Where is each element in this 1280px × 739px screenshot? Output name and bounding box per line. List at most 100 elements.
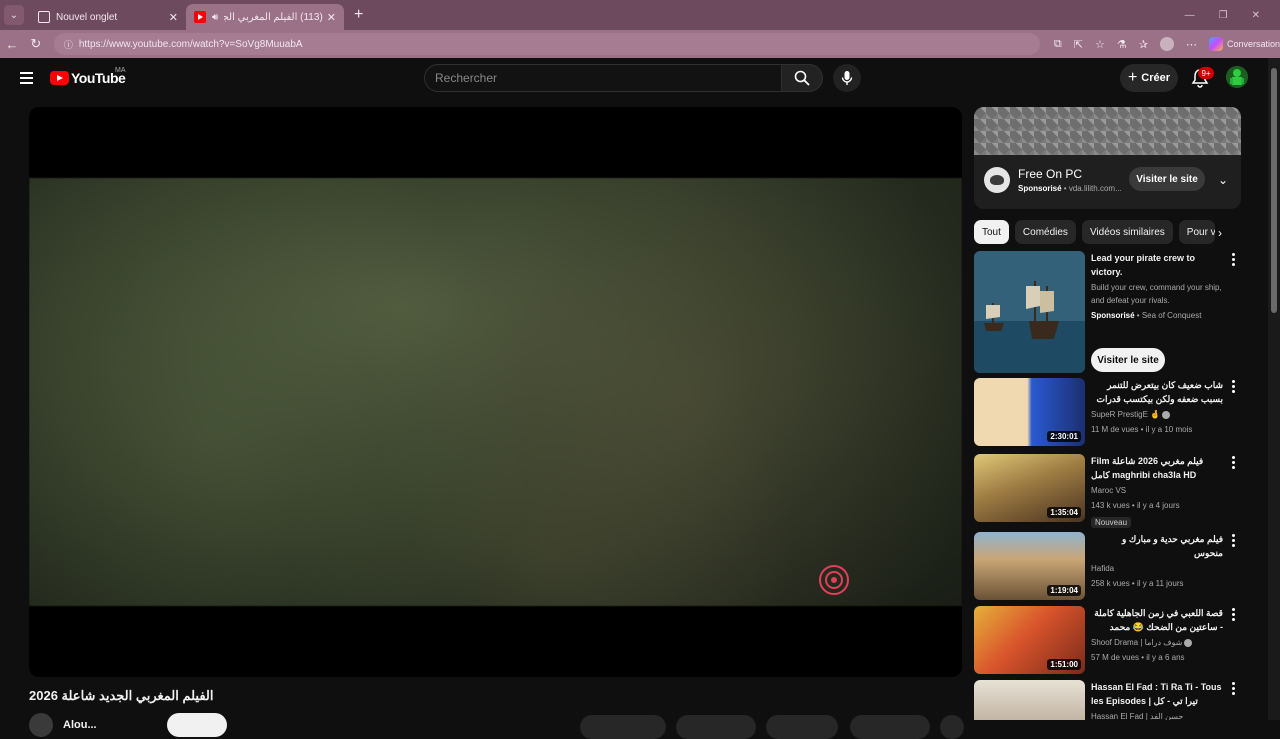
copilot-button[interactable]: Conversation xyxy=(1208,37,1280,51)
more-vert-icon[interactable] xyxy=(1232,456,1236,471)
tab-youtube[interactable]: 🔊︎ (113) الفيلم المغربي الجديد شا... ✕ xyxy=(186,4,344,30)
scrollbar-thumb[interactable] xyxy=(1271,68,1277,313)
channel-name[interactable]: Hafida xyxy=(1091,562,1223,575)
favorites-icon[interactable]: ✰ xyxy=(1139,38,1148,51)
chip-all[interactable]: Tout xyxy=(974,220,1009,244)
video-title[interactable]: Film فيلم مغربي 2026 شاعلة كامل maghribi… xyxy=(1091,454,1223,482)
more-vert-icon[interactable] xyxy=(1232,380,1236,395)
more-icon[interactable]: ⋯ xyxy=(1186,38,1197,51)
tab-actions-button[interactable]: ⌄ xyxy=(4,5,24,25)
video-meta: Film فيلم مغربي 2026 شاعلة كامل maghribi… xyxy=(1091,454,1223,530)
video-title[interactable]: فيلم مغربي حدية و مبارك و منحوس xyxy=(1091,532,1223,560)
thumbnail[interactable]: 1:51:00 xyxy=(974,606,1085,674)
duration-badge: 1:51:00 xyxy=(1047,659,1081,670)
site-info-icon[interactable]: ⓘ xyxy=(64,38,73,51)
video-player[interactable] xyxy=(29,107,962,677)
video-meta: Lead your pirate crew to victory. Build … xyxy=(1091,251,1223,322)
search-input[interactable]: Rechercher xyxy=(424,64,782,92)
video-title[interactable]: Hassan El Fad : Ti Ra Ti - Tous les Epis… xyxy=(1091,680,1223,708)
ad-title: Free On PC xyxy=(1018,167,1083,181)
create-label: Créer xyxy=(1141,72,1171,84)
list-item[interactable]: Hassan El Fad : Ti Ra Ti - Tous les Epis… xyxy=(974,680,1244,720)
list-item[interactable]: 2:30:01 شاب ضعيف كان بيتعرض للتنمر بسبب … xyxy=(974,378,1244,446)
close-icon[interactable]: ✕ xyxy=(327,11,336,24)
ad-sponsor-line: Sponsorisé • vda.lilith.com... xyxy=(1018,184,1122,193)
favorite-star-icon[interactable]: ☆ xyxy=(1095,38,1105,51)
masthead: YouTube MA Rechercher + Créer 9+ xyxy=(0,58,1266,98)
profile-icon[interactable] xyxy=(1159,37,1174,51)
close-window-icon[interactable]: ✕ xyxy=(1252,10,1260,21)
visit-site-button[interactable]: Visiter le site xyxy=(1129,167,1205,191)
channel-name[interactable]: Maroc VS xyxy=(1091,484,1223,497)
video-stats: 143 k vues • il y a 4 jours xyxy=(1091,501,1180,510)
video-stats: 57 M de vues • il y a 6 ans xyxy=(1091,653,1185,662)
video-title[interactable]: قصة اللعبي في زمن الجاهلية كاملة - ساعتي… xyxy=(1091,606,1223,634)
share-button[interactable] xyxy=(676,715,756,739)
duration-badge: 1:19:04 xyxy=(1047,585,1081,596)
channel-name[interactable]: Shoof Drama | شوف دراما xyxy=(1091,636,1223,649)
thumbnail[interactable]: 2:30:01 xyxy=(974,378,1085,446)
create-button[interactable]: + Créer xyxy=(1120,64,1178,92)
thumbnail[interactable]: 1:19:04 xyxy=(974,532,1085,600)
extensions-icon[interactable]: ⚗ xyxy=(1117,38,1127,51)
user-avatar-icon xyxy=(1226,66,1248,88)
channel-avatar[interactable] xyxy=(29,713,53,737)
chevron-right-icon[interactable]: › xyxy=(1218,226,1222,240)
channel-name[interactable]: SupeR PrestigE 🤞 xyxy=(1091,408,1223,421)
channel-name[interactable]: Alou... xyxy=(63,719,97,731)
chip-comedies[interactable]: Comédies xyxy=(1014,220,1076,244)
video-stats: 258 k vues • il y a 11 jours xyxy=(1091,579,1184,588)
sponsored-recommendation[interactable]: Lead your pirate crew to victory. Build … xyxy=(974,251,1244,373)
more-vert-icon[interactable] xyxy=(1232,534,1236,549)
list-item[interactable]: 1:19:04 فيلم مغربي حدية و مبارك و منحوس … xyxy=(974,532,1244,600)
duration-badge: 2:30:01 xyxy=(1047,431,1081,442)
download-button[interactable] xyxy=(766,715,838,739)
subscribe-button[interactable] xyxy=(166,713,227,737)
more-vert-icon[interactable] xyxy=(1232,253,1236,268)
chevron-down-icon[interactable]: ⌄ xyxy=(1218,173,1228,187)
menu-icon[interactable] xyxy=(20,72,33,84)
verified-icon xyxy=(1184,638,1193,647)
avatar[interactable] xyxy=(1226,66,1248,88)
sidebar-ad[interactable]: Free On PC Sponsorisé • vda.lilith.com..… xyxy=(974,107,1241,209)
video-meta: شاب ضعيف كان بيتعرض للتنمر بسبب ضعفه ولك… xyxy=(1091,378,1223,436)
clip-button[interactable] xyxy=(850,715,930,739)
voice-search-button[interactable] xyxy=(833,64,861,92)
minimize-icon[interactable]: — xyxy=(1185,10,1195,21)
youtube-logo[interactable]: YouTube MA xyxy=(50,67,126,86)
list-item[interactable]: 1:51:00 قصة اللعبي في زمن الجاهلية كاملة… xyxy=(974,606,1244,674)
more-actions-button[interactable] xyxy=(940,715,964,739)
browser-toolbar: ⧉ ⇱ ☆ ⚗ ✰ ⋯ Conversation xyxy=(1054,37,1280,51)
reload-icon[interactable]: ↻ xyxy=(24,36,48,52)
video-title[interactable]: Lead your pirate crew to victory. xyxy=(1091,251,1223,279)
video-title[interactable]: شاب ضعيف كان بيتعرض للتنمر بسبب ضعفه ولك… xyxy=(1091,378,1223,406)
tab-new-tab[interactable]: Nouvel onglet ✕ xyxy=(30,4,186,30)
maximize-icon[interactable]: ❐ xyxy=(1219,10,1228,21)
chip-similar[interactable]: Vidéos similaires xyxy=(1081,220,1173,244)
like-button[interactable] xyxy=(580,715,666,739)
list-item[interactable]: 1:35:04 Film فيلم مغربي 2026 شاعلة كامل … xyxy=(974,454,1244,528)
speaker-icon[interactable]: 🔊︎ xyxy=(212,12,218,23)
url-field[interactable]: ⓘ https://www.youtube.com/watch?v=SoVg8M… xyxy=(53,33,1040,55)
visit-site-button[interactable]: Visiter le site xyxy=(1091,348,1165,372)
new-tab-button[interactable]: + xyxy=(354,6,363,24)
close-icon[interactable]: ✕ xyxy=(169,11,178,24)
search-button[interactable] xyxy=(781,64,823,92)
thumbnail[interactable]: 1:35:04 xyxy=(974,454,1085,522)
chip-for-you[interactable]: Pour vous xyxy=(1178,220,1215,244)
country-code: MA xyxy=(115,67,126,74)
open-in-app-icon[interactable]: ⇱ xyxy=(1074,38,1083,51)
window-controls: — ❐ ✕ xyxy=(1185,10,1280,21)
filter-chips: Tout Comédies Vidéos similaires Pour vou… xyxy=(974,220,1240,244)
app-available-icon[interactable]: ⧉ xyxy=(1054,38,1062,51)
more-vert-icon[interactable] xyxy=(1232,608,1236,623)
more-vert-icon[interactable] xyxy=(1232,682,1236,697)
scrollbar[interactable] xyxy=(1268,58,1280,720)
back-icon[interactable]: ← xyxy=(0,37,24,52)
video-stats: 11 M de vues • il y a 10 mois xyxy=(1091,425,1193,434)
channel-name[interactable]: Hassan El Fad | حسن الفد xyxy=(1091,710,1223,720)
thumbnail[interactable] xyxy=(974,251,1085,373)
thumbnail[interactable] xyxy=(974,680,1085,720)
ad-info: Free On PC Sponsorisé • vda.lilith.com..… xyxy=(984,167,1122,193)
video-meta: Hassan El Fad : Ti Ra Ti - Tous les Epis… xyxy=(1091,680,1223,720)
